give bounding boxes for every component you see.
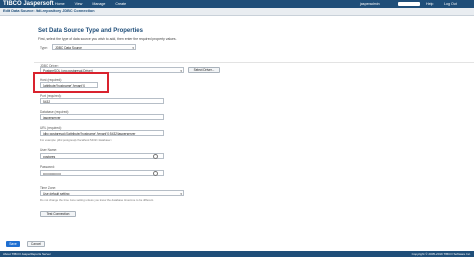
app-logo[interactable]: TIBCO Jaspersoft xyxy=(3,1,55,7)
test-connection-button[interactable]: Test Connection xyxy=(40,211,76,217)
password-label: Password: xyxy=(40,165,55,169)
cancel-button[interactable]: Cancel xyxy=(27,241,45,247)
timezone-value: Use default setting xyxy=(43,192,70,196)
user-icon xyxy=(153,153,158,159)
chevron-down-icon: ▾ xyxy=(132,46,134,50)
show-password-icon[interactable] xyxy=(153,170,158,176)
database-input[interactable]: jasperserver xyxy=(40,114,164,120)
search-input[interactable] xyxy=(398,1,420,6)
footer-copyright: Copyright © 2005-2019 TIBCO Software Inc… xyxy=(411,252,471,256)
url-hint: For example: jdbc:postgresql://localhost… xyxy=(40,138,112,142)
password-input[interactable]: •••••••••••••••• xyxy=(40,170,164,176)
port-input[interactable]: 5432 xyxy=(40,98,164,104)
username-input[interactable]: postgres xyxy=(40,153,164,159)
save-button[interactable]: Save xyxy=(6,241,20,247)
url-input[interactable]: jdbc:postgresql://{attribute('hostname',… xyxy=(40,130,164,136)
menu-create[interactable]: Create xyxy=(115,2,126,6)
page-title-bar: Edit Data Source: /tdi-repository JDBC C… xyxy=(0,8,474,16)
top-navigation-bar: TIBCO Jaspersoft Home View Manage Create… xyxy=(0,0,474,8)
type-select[interactable]: JDBC Data Source ▾ xyxy=(52,44,136,50)
panel-heading: Set Data Source Type and Properties xyxy=(38,28,143,34)
menu-view[interactable]: View xyxy=(75,2,83,6)
logout-link[interactable]: Log Out xyxy=(444,2,457,6)
select-driver-button[interactable]: Select Driver... xyxy=(188,67,220,73)
menu-manage[interactable]: Manage xyxy=(92,2,105,6)
host-input[interactable]: {attribute('hostname','tenant')} xyxy=(40,82,98,88)
timezone-select[interactable]: Use default setting ▾ xyxy=(40,190,184,196)
chevron-down-icon: ▾ xyxy=(180,192,182,196)
main-menu: Home View Manage Create xyxy=(55,2,136,6)
page-title: Edit Data Source: /tdi-repository JDBC C… xyxy=(3,9,95,14)
username-label: jasperadmin xyxy=(360,1,380,6)
username-field-label: User Name: xyxy=(40,148,58,152)
help-link[interactable]: Help xyxy=(426,2,433,6)
footer-about-link[interactable]: About TIBCO JasperReports Server xyxy=(3,252,51,256)
type-label: Type: xyxy=(40,46,48,50)
timezone-hint: Do not change the time zone setting unle… xyxy=(40,198,154,202)
menu-home[interactable]: Home xyxy=(55,2,65,6)
chevron-down-icon: ▾ xyxy=(180,69,182,73)
divider xyxy=(34,62,474,63)
footer: About TIBCO JasperReports Server Copyrig… xyxy=(0,251,474,257)
panel-description: First, select the type of data source yo… xyxy=(38,37,177,41)
type-select-value: JDBC Data Source xyxy=(55,46,82,50)
